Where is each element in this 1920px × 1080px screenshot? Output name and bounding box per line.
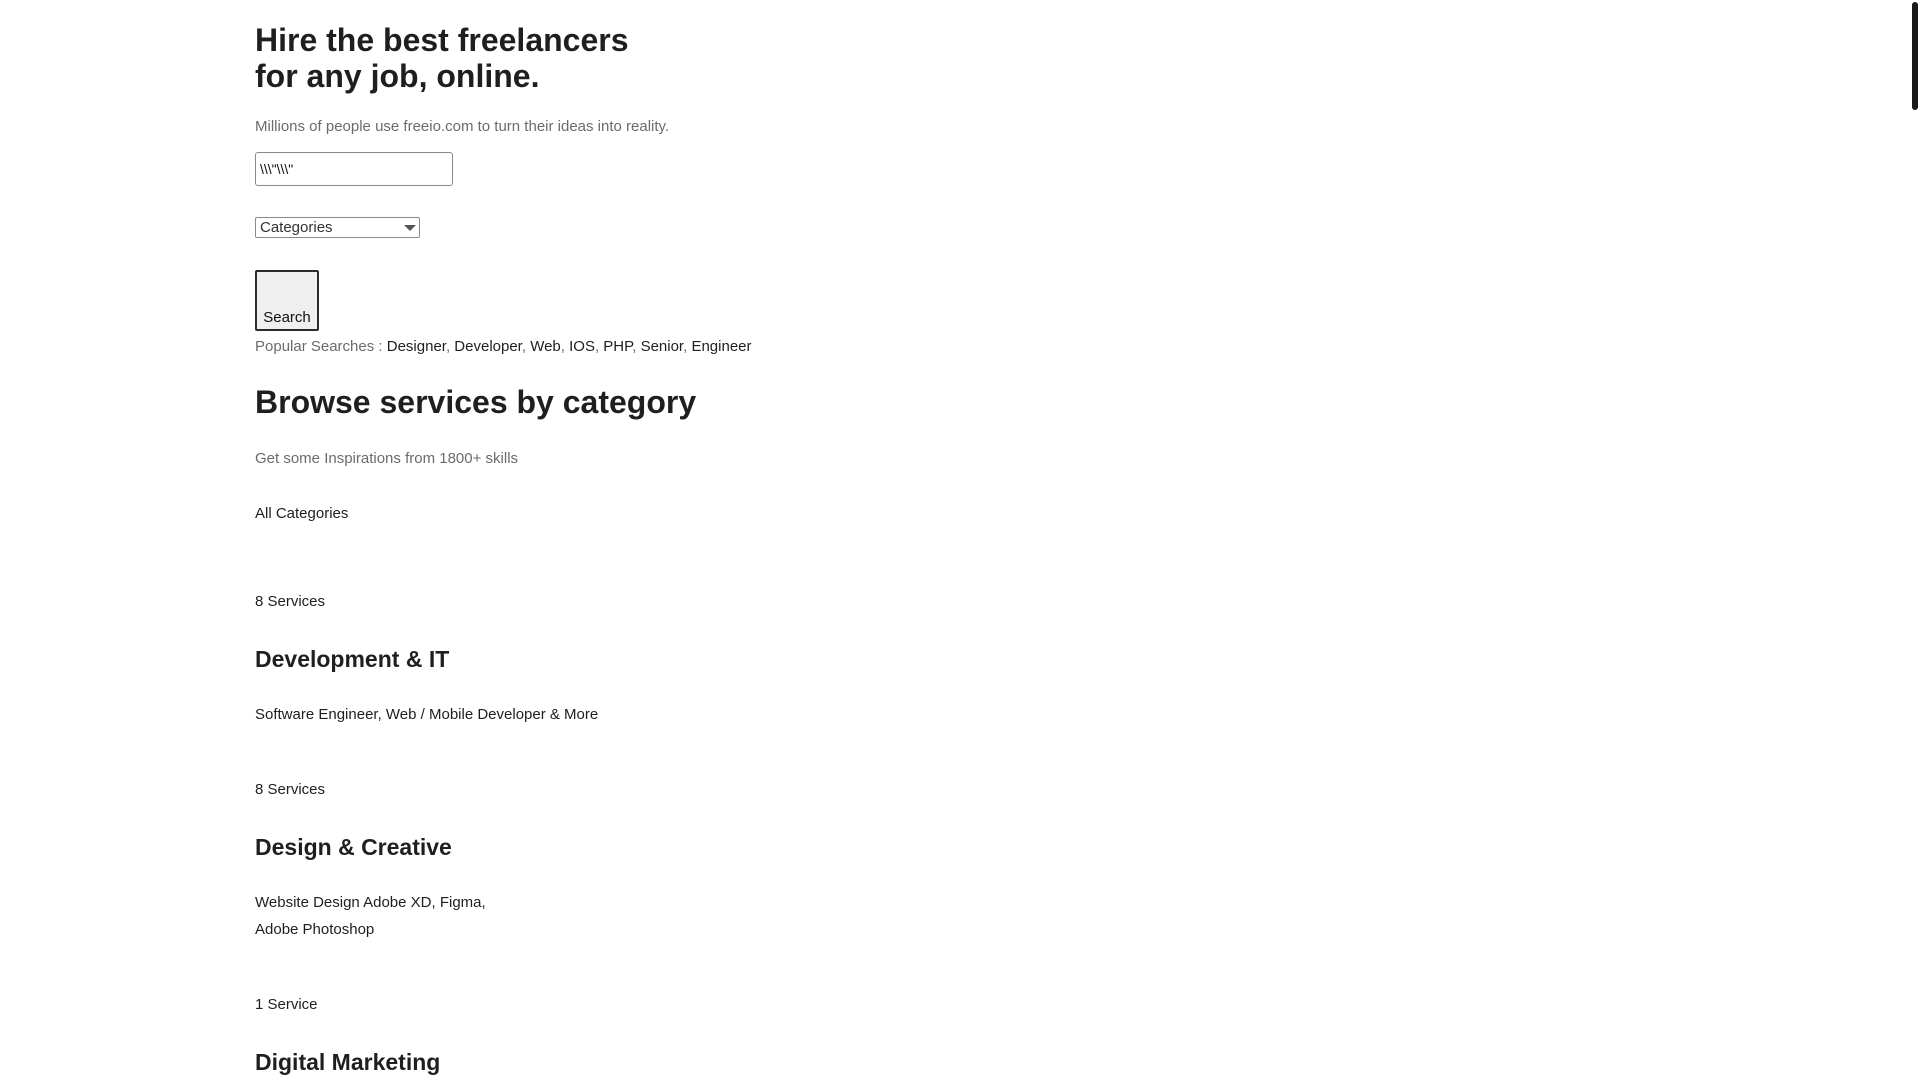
hero-title: Hire the best freelancers for any job, o…	[255, 22, 629, 94]
popular-searches-label: Popular Searches :	[255, 338, 387, 355]
popular-search-link[interactable]: Senior	[641, 338, 684, 355]
main-content: Hire the best freelancers for any job, o…	[255, 0, 1055, 1080]
category-select[interactable]: Categories	[255, 217, 420, 238]
category-service-count: 8 Services	[255, 593, 326, 610]
category-card-design[interactable]: 8 Services Design & Creative Website Des…	[255, 781, 515, 943]
popular-search-link[interactable]: PHP	[603, 338, 632, 355]
popular-search-link[interactable]: IOS	[569, 338, 595, 355]
scrollbar-thumb[interactable]	[1912, 2, 1918, 110]
search-input[interactable]	[255, 152, 453, 186]
popular-search-link[interactable]: Web	[530, 338, 561, 355]
chevron-down-icon	[404, 225, 416, 231]
all-categories-link[interactable]: All Categories	[255, 505, 348, 522]
category-title[interactable]: Digital Marketing	[255, 1048, 515, 1076]
category-title[interactable]: Design & Creative	[255, 833, 515, 861]
separator: ,	[632, 338, 641, 355]
popular-search-link[interactable]: Engineer	[691, 338, 751, 355]
popular-searches: Popular Searches : Designer, Developer, …	[255, 336, 1055, 358]
search-button[interactable]: Search	[255, 270, 319, 331]
category-title[interactable]: Development & IT	[255, 645, 515, 673]
page: Hire the best freelancers for any job, o…	[0, 0, 1920, 1080]
popular-search-link[interactable]: Developer	[454, 338, 522, 355]
category-description: Software Engineer, Web / Mobile Develope…	[255, 706, 599, 723]
category-card-development[interactable]: 8 Services Development & IT Software Eng…	[255, 593, 598, 728]
category-select-value: Categories	[260, 219, 333, 236]
popular-search-link[interactable]: Designer	[387, 338, 446, 355]
hero-subtitle: Millions of people use freeio.com to tur…	[255, 118, 670, 135]
category-card-digital-marketing[interactable]: 1 Service Digital Marketing	[255, 996, 515, 1076]
browse-section-subtitle: Get some Inspirations from 1800+ skills	[255, 450, 519, 467]
category-description: Website Design Adobe XD, Figma, Adobe Ph…	[255, 894, 486, 938]
browse-section-title: Browse services by category	[255, 384, 697, 420]
vertical-scrollbar[interactable]	[1910, 0, 1920, 1080]
category-service-count: 8 Services	[255, 781, 326, 798]
separator: ,	[560, 338, 570, 355]
category-service-count: 1 Service	[255, 996, 318, 1013]
separator: ,	[521, 338, 531, 355]
